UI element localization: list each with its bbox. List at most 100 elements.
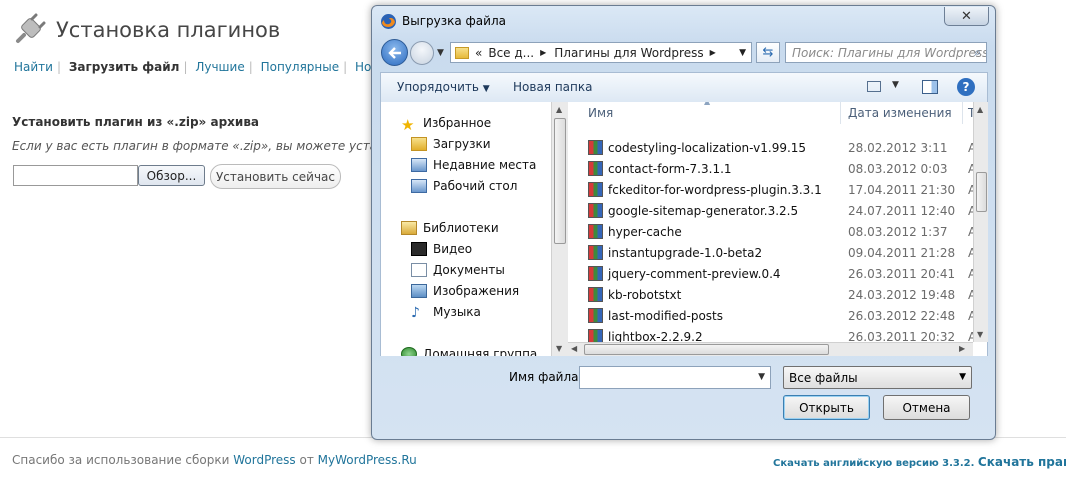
scroll-thumb[interactable] [976, 172, 987, 212]
nav-recent-places[interactable]: Недавние места [411, 158, 536, 172]
sort-arrow-icon: ▲ [704, 102, 710, 106]
browse-button[interactable]: Обзор... [138, 165, 205, 186]
nav-music[interactable]: ♪ Музыка [411, 305, 481, 321]
filetype-select[interactable]: Все файлы ▼ [783, 366, 972, 389]
file-row[interactable]: google-sitemap-generator.3.2.5 24.07.2011… [568, 201, 976, 222]
organize-label: Упорядочить [397, 80, 479, 94]
close-button[interactable]: ✕ [944, 7, 989, 26]
nav-desktop[interactable]: Рабочий стол [411, 179, 517, 193]
scroll-up-icon[interactable]: ▲ [977, 105, 983, 114]
upload-description: Если у вас есть плагин в формате «.zip»,… [12, 139, 372, 153]
filename-label: Имя файла: [509, 370, 583, 384]
firefox-icon [381, 14, 396, 29]
file-path-field[interactable] [13, 165, 138, 186]
libraries-icon [401, 221, 417, 235]
breadcrumb-arrow-icon[interactable]: ▶ [540, 48, 546, 57]
column-divider[interactable] [840, 102, 841, 124]
file-row[interactable]: codestyling-localization-v1.99.15 28.02.2… [568, 138, 976, 159]
nav-downloads[interactable]: Загрузки [411, 137, 491, 151]
file-row[interactable]: contact-form-7.3.1.108.03.2012 0:03А [568, 159, 976, 180]
nav-homegroup[interactable]: Домашняя группа [401, 347, 537, 356]
open-button[interactable]: Открыть [783, 395, 870, 420]
tab-popular[interactable]: Популярные [261, 60, 340, 74]
file-name: contact-form-7.3.1.1 [608, 162, 732, 176]
breadcrumb-arrow-icon[interactable]: ▶ [710, 48, 716, 57]
navigation-pane: ★ Избранное Загрузки Недавние места Рабо… [380, 102, 551, 356]
forward-button[interactable] [410, 41, 434, 65]
tab-upload[interactable]: Загрузить файл [69, 60, 180, 74]
nav-pictures[interactable]: Изображения [411, 284, 519, 298]
archive-icon [588, 266, 603, 281]
command-bar: Упорядочить ▼ Новая папка ▼ ? [380, 72, 988, 102]
address-dropdown-icon[interactable]: ▼ [739, 48, 746, 58]
organize-menu[interactable]: Упорядочить ▼ [397, 80, 490, 94]
breadcrumb-all[interactable]: Все д... [488, 46, 534, 60]
preview-pane-icon[interactable] [922, 80, 938, 94]
nav-favorites[interactable]: ★ Избранное [401, 116, 491, 134]
file-name: last-modified-posts [608, 309, 724, 323]
nav-video-label: Видео [433, 242, 473, 256]
help-icon[interactable]: ? [957, 78, 975, 96]
scroll-down-icon[interactable]: ▼ [556, 344, 562, 353]
file-date: 24.03.2012 19:48 [848, 288, 956, 302]
footer-credits: Спасибо за использование сборки WordPres… [12, 453, 417, 467]
tab-search[interactable]: Найти [14, 60, 53, 74]
page-header: Установка плагинов [12, 10, 280, 50]
file-name: fckeditor-for-wordpress-plugin.3.3.1 [608, 183, 822, 197]
scroll-right-icon[interactable]: ▶ [959, 344, 965, 353]
nav-documents-label: Документы [433, 263, 505, 277]
nav-libraries[interactable]: Библиотеки [401, 221, 499, 235]
scroll-up-icon[interactable]: ▲ [556, 105, 562, 114]
scroll-thumb[interactable] [554, 118, 566, 244]
close-icon: ✕ [961, 8, 972, 24]
column-divider[interactable] [962, 102, 963, 124]
file-row[interactable]: kb-robotstxt24.03.2012 19:48А [568, 285, 976, 306]
file-row[interactable]: jquery-comment-preview.0.4 26.03.2011 20:… [568, 264, 976, 285]
cancel-button[interactable]: Отмена [883, 395, 970, 420]
nav-documents[interactable]: Документы [411, 263, 505, 277]
breadcrumb-plugins[interactable]: Плагины для Wordpress [554, 46, 703, 60]
file-row[interactable]: instantupgrade-1.0-beta2 09.04.2011 21:28… [568, 243, 976, 264]
downloads-folder-icon [411, 137, 427, 151]
filename-input[interactable]: ▼ [579, 366, 771, 389]
new-folder-button[interactable]: Новая папка [513, 80, 592, 94]
history-dropdown-icon[interactable]: ▼ [437, 48, 444, 58]
scroll-thumb[interactable] [584, 344, 829, 355]
search-icon: ⌕ [974, 45, 981, 59]
archive-icon [588, 161, 603, 176]
back-button[interactable] [381, 39, 408, 66]
scroll-down-icon[interactable]: ▼ [977, 330, 983, 339]
tab-featured[interactable]: Лучшие [195, 60, 244, 74]
file-row[interactable]: hyper-cache08.03.2012 1:37А [568, 222, 976, 243]
file-list-hscrollbar[interactable]: ◀ ▶ [568, 342, 973, 356]
file-list-scrollbar[interactable]: ▲ ▼ [973, 102, 988, 342]
download-correct-link[interactable]: Скачать правильну [978, 455, 1066, 469]
archive-icon [588, 182, 603, 197]
install-now-button[interactable]: Установить сейчас [210, 164, 341, 189]
address-bar[interactable]: « Все д... ▶ Плагины для Wordpress ▶ ▼ [450, 42, 752, 63]
refresh-button[interactable]: ⇆ [756, 42, 780, 63]
file-name: hyper-cache [608, 225, 682, 239]
nav-video[interactable]: Видео [411, 242, 472, 256]
column-header-name[interactable]: Имя [588, 102, 613, 124]
address-prefix: « [475, 45, 483, 60]
navigation-scrollbar[interactable]: ▲ ▼ [551, 102, 568, 356]
scroll-left-icon[interactable]: ◀ [571, 344, 577, 353]
view-options-icon[interactable] [867, 81, 881, 92]
column-header-date[interactable]: Дата изменения [848, 102, 952, 124]
search-input[interactable]: Поиск: Плагины для Wordpress ⌕ [785, 42, 987, 63]
file-date: 08.03.2012 0:03 [848, 162, 948, 176]
archive-icon [588, 287, 603, 302]
file-name: google-sitemap-generator.3.2.5 [608, 204, 799, 218]
archive-icon [588, 224, 603, 239]
footer-downloads: Скачать английскую версию 3.3.2. Скачать… [773, 455, 1066, 469]
chevron-down-icon[interactable]: ▼ [758, 372, 765, 382]
mywordpress-link[interactable]: MyWordPress.Ru [318, 453, 417, 467]
wordpress-link[interactable]: WordPress [233, 453, 295, 467]
plugin-icon [16, 13, 46, 43]
download-english-link[interactable]: Скачать английскую версию 3.3.2. [773, 458, 974, 469]
file-row[interactable]: fckeditor-for-wordpress-plugin.3.3.1 17.0… [568, 180, 976, 201]
view-dropdown-icon[interactable]: ▼ [892, 80, 899, 90]
folder-icon [455, 46, 469, 59]
file-row[interactable]: last-modified-posts26.03.2012 22:48А [568, 306, 976, 327]
